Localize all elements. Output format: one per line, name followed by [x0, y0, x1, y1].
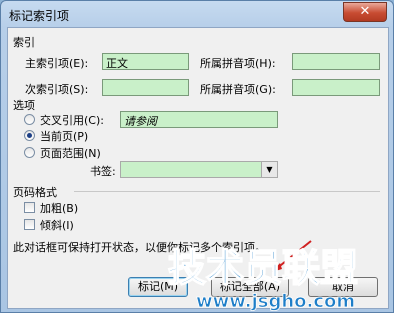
dialog-window: 标记索引项 ✕ 索引 主索引项(E): 正文 所属拼音项(H): 次索引项(S)… [0, 0, 394, 313]
dropdown-arrow-icon[interactable]: ▼ [261, 162, 277, 177]
current-page-radio[interactable] [24, 130, 35, 141]
italic-checkbox[interactable] [24, 219, 35, 230]
sub-entry-label: 次索引项(S): [25, 83, 89, 96]
index-group-label: 索引 [13, 36, 35, 49]
sub-entry-input[interactable] [102, 79, 189, 96]
watermark-logo: 技术员联盟 www.jsgho.com [167, 240, 359, 311]
bold-checkbox[interactable] [24, 202, 35, 213]
bookmark-label: 书签: [90, 165, 116, 178]
close-button[interactable]: ✕ [343, 2, 387, 22]
watermark-url: www.jsgho.com [196, 291, 355, 311]
main-entry-label: 主索引项(E): [25, 57, 89, 70]
page-range-radio[interactable] [24, 147, 35, 158]
cross-ref-input[interactable]: 请参阅 [120, 111, 278, 128]
current-page-label: 当前页(P) [40, 130, 89, 143]
page-format-group-label: 页码格式 [13, 186, 57, 199]
page-range-label: 页面范围(N) [40, 147, 101, 160]
radio-selected-dot [27, 133, 32, 138]
options-group-label: 选项 [13, 99, 35, 112]
bookmark-select[interactable]: ▼ [120, 161, 278, 178]
main-pinyin-label: 所属拼音项(H): [200, 57, 276, 70]
sub-pinyin-label: 所属拼音项(G): [200, 83, 276, 96]
main-entry-input[interactable]: 正文 [102, 53, 189, 70]
cross-ref-radio[interactable] [24, 114, 35, 125]
window-title: 标记索引项 [9, 9, 70, 23]
title-bar[interactable]: 标记索引项 ✕ [1, 1, 393, 27]
watermark-text: 技术员联盟 [168, 246, 358, 290]
main-pinyin-input[interactable] [292, 53, 380, 70]
group-divider [74, 191, 380, 192]
cross-ref-label: 交叉引用(C): [40, 114, 104, 127]
sub-pinyin-input[interactable] [292, 79, 380, 96]
italic-label: 倾斜(I) [40, 219, 74, 232]
bold-label: 加粗(B) [40, 202, 79, 215]
